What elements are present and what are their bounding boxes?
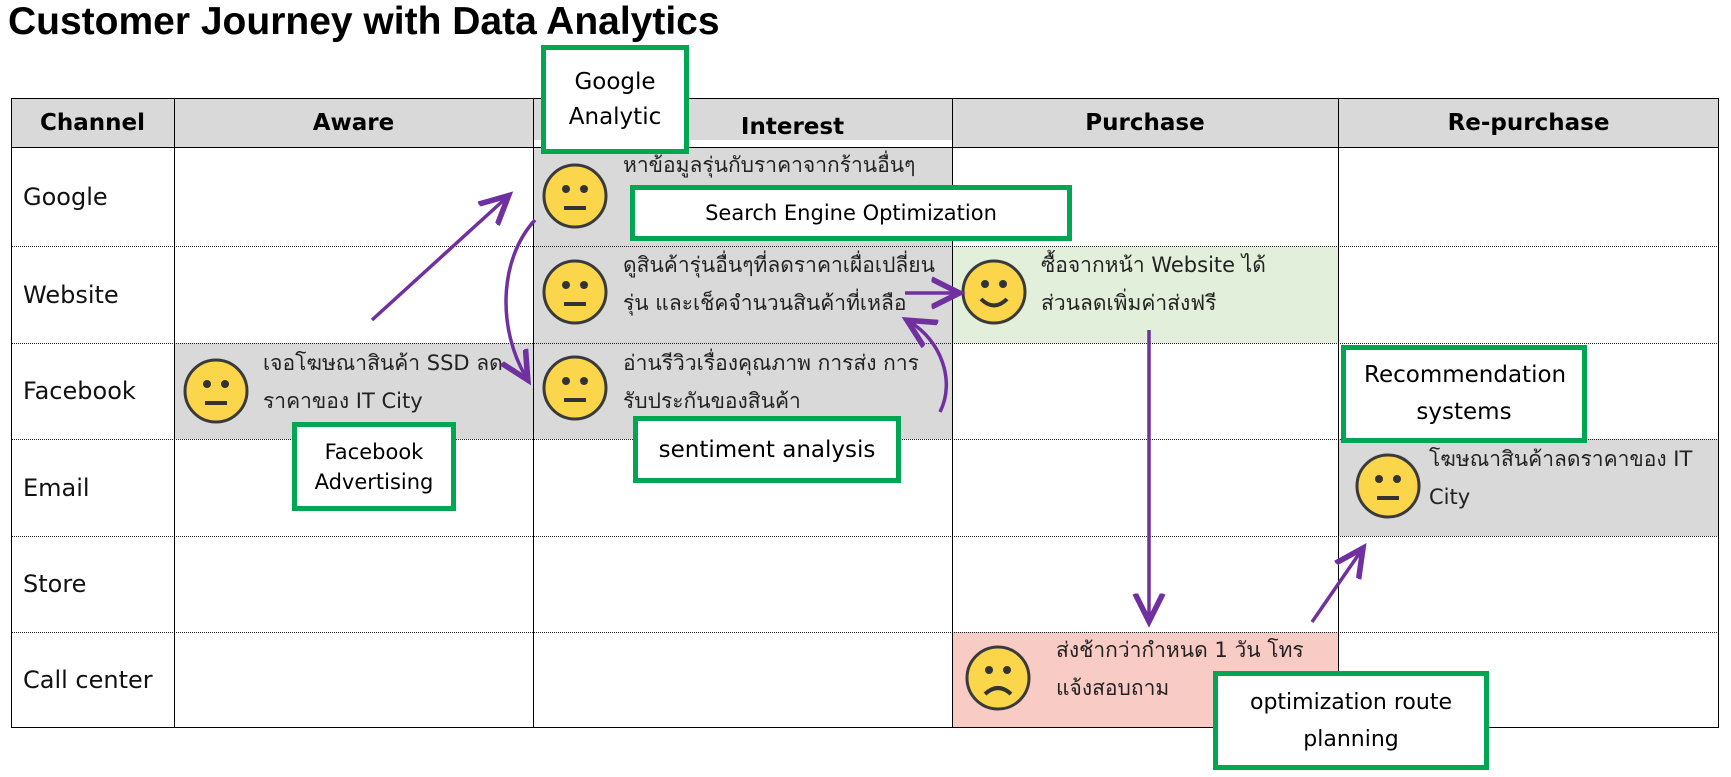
label-optimization-route-planning: optimization route planning [1213, 671, 1489, 770]
seo-text: Search Engine Optimization [705, 201, 997, 225]
route-text: optimization route planning [1250, 689, 1452, 752]
label-recommendation-systems: Recommendation systems [1341, 345, 1587, 443]
facebook-advertising-text: Facebook Advertising [314, 439, 434, 494]
label-seo: Search Engine Optimization [630, 185, 1072, 241]
recommendation-text: Recommendation systems [1364, 362, 1567, 425]
arrow-aware-to-google [370, 198, 506, 322]
label-sentiment-analysis: sentiment analysis [633, 416, 901, 483]
label-google-analytic: Google Analytic [541, 45, 689, 154]
sentiment-text: sentiment analysis [658, 436, 876, 463]
arrow-google-to-facebook [506, 218, 537, 377]
label-facebook-advertising: Facebook Advertising [292, 422, 456, 511]
arrow-facebook-to-website [910, 322, 949, 413]
google-analytic-text: Google Analytic [568, 68, 662, 130]
arrow-callcenter-to-repurchase [1310, 551, 1361, 623]
